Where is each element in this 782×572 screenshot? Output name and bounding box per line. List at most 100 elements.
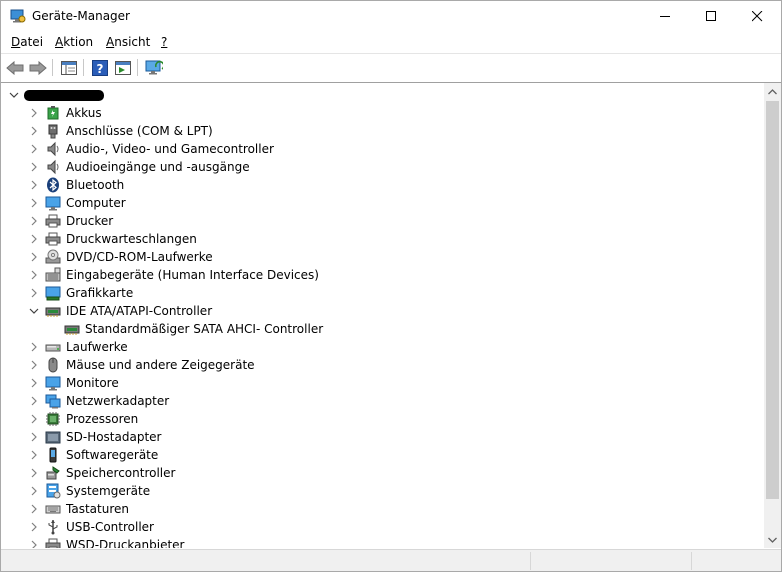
tree-root-row[interactable]	[2, 86, 762, 104]
tree-category-row-audio-video-und-gamecontroller[interactable]: Audio-, Video- und Gamecontroller	[2, 140, 762, 158]
toolbar-separator	[83, 59, 84, 76]
menu-help[interactable]: ?	[161, 35, 167, 49]
tree-device-row[interactable]: Standardmäßiger SATA AHCI- Controller	[2, 320, 762, 338]
tree-category-row-eingabegeräte-human-interface-devices[interactable]: Eingabegeräte (Human Interface Devices)	[2, 266, 762, 284]
expand-chevron-icon[interactable]	[28, 395, 40, 407]
tree-category-row-dvd-cd-rom-laufwerke[interactable]: DVD/CD-ROM-Laufwerke	[2, 248, 762, 266]
tree-category-row-audioeingänge-und-ausgänge[interactable]: Audioeingänge und -ausgänge	[2, 158, 762, 176]
expand-chevron-icon[interactable]	[28, 359, 40, 371]
tree-category-row-laufwerke[interactable]: Laufwerke	[2, 338, 762, 356]
tree-category-row-anschlüsse-com-lpt[interactable]: Anschlüsse (COM & LPT)	[2, 122, 762, 140]
ide-controller-icon	[64, 325, 80, 335]
tree-category-row-drucker[interactable]: Drucker	[2, 212, 762, 230]
expand-chevron-icon[interactable]	[28, 215, 40, 227]
category-label: DVD/CD-ROM-Laufwerke	[66, 250, 213, 264]
action-view-icon	[115, 61, 131, 75]
scroll-down-button[interactable]	[764, 531, 781, 548]
category-label: Speichercontroller	[66, 466, 176, 480]
forward-button[interactable]	[28, 58, 48, 78]
expand-chevron-icon[interactable]	[28, 449, 40, 461]
menu-datei[interactable]: Datei	[11, 35, 43, 49]
collapse-chevron-icon[interactable]	[28, 305, 40, 317]
expand-chevron-icon[interactable]	[28, 161, 40, 173]
minimize-button[interactable]	[642, 1, 688, 32]
expand-chevron-icon[interactable]	[28, 197, 40, 209]
expand-chevron-icon[interactable]	[28, 107, 40, 119]
vertical-scrollbar[interactable]	[764, 83, 781, 548]
expand-chevron-icon[interactable]	[28, 485, 40, 497]
close-button[interactable]	[734, 1, 780, 32]
expand-chevron-icon[interactable]	[28, 251, 40, 263]
bluetooth-icon	[47, 177, 59, 193]
status-pane-main	[1, 552, 531, 570]
tree-category-row-ide-ata-atapi-controller[interactable]: IDE ATA/ATAPI-Controller	[2, 302, 762, 320]
close-icon	[751, 11, 762, 22]
category-label: IDE ATA/ATAPI-Controller	[66, 304, 213, 318]
expand-chevron-icon[interactable]	[28, 431, 40, 443]
collapse-chevron-icon[interactable]	[8, 89, 20, 101]
expand-chevron-icon[interactable]	[28, 179, 40, 191]
category-label: SD-Hostadapter	[66, 430, 162, 444]
properties-view-button[interactable]	[59, 58, 79, 78]
tree-category-row-computer[interactable]: Computer	[2, 194, 762, 212]
device-tree[interactable]: Akkus Anschlüsse (COM & LPT) Audio-, Video…	[2, 83, 764, 548]
toolbar: ?	[1, 54, 781, 81]
software-device-icon	[49, 447, 57, 463]
scan-hardware-button[interactable]	[144, 58, 164, 78]
menu-aktion[interactable]: Aktion	[55, 35, 93, 49]
status-pane-3	[692, 552, 780, 570]
expand-chevron-icon[interactable]	[28, 521, 40, 533]
scroll-up-button[interactable]	[764, 83, 781, 100]
expand-chevron-icon[interactable]	[28, 125, 40, 137]
expand-chevron-icon[interactable]	[28, 467, 40, 479]
category-label: Mäuse und andere Zeigegeräte	[66, 358, 255, 372]
tree-category-row-netzwerkadapter[interactable]: Netzwerkadapter	[2, 392, 762, 410]
tree-category-row-sd-hostadapter[interactable]: SD-Hostadapter	[2, 428, 762, 446]
tree-category-row-prozessoren[interactable]: Prozessoren	[2, 410, 762, 428]
toolbar-separator	[52, 59, 53, 76]
tree-category-row-druckwarteschlangen[interactable]: Druckwarteschlangen	[2, 230, 762, 248]
expand-chevron-icon[interactable]	[28, 539, 40, 548]
expand-chevron-icon[interactable]	[28, 413, 40, 425]
tree-category-row-softwaregeräte[interactable]: Softwaregeräte	[2, 446, 762, 464]
expand-chevron-icon[interactable]	[28, 233, 40, 245]
expand-chevron-icon[interactable]	[28, 269, 40, 281]
processor-icon	[46, 412, 60, 426]
speaker-icon	[47, 141, 59, 157]
show-hidden-button[interactable]	[113, 58, 133, 78]
help-button[interactable]: ?	[90, 58, 110, 78]
expand-chevron-icon[interactable]	[28, 341, 40, 353]
menu-ansicht[interactable]: Ansicht	[106, 35, 150, 49]
tree-category-row-wsd-druckanbieter[interactable]: WSD-Druckanbieter	[2, 536, 762, 548]
category-label: Anschlüsse (COM & LPT)	[66, 124, 213, 138]
device-manager-window: Geräte-Manager Datei Aktion Ansicht ? ? …	[0, 0, 782, 572]
network-adapter-icon	[45, 394, 61, 409]
tree-category-row-grafikkarte[interactable]: Grafikkarte	[2, 284, 762, 302]
tree-category-row-monitore[interactable]: Monitore	[2, 374, 762, 392]
tree-category-row-speichercontroller[interactable]: Speichercontroller	[2, 464, 762, 482]
expand-chevron-icon[interactable]	[28, 503, 40, 515]
scrollbar-thumb[interactable]	[766, 101, 779, 499]
console-tree-icon	[61, 61, 77, 75]
maximize-button[interactable]	[688, 1, 734, 32]
keyboard-icon	[45, 505, 61, 514]
device-label: Standardmäßiger SATA AHCI- Controller	[85, 322, 324, 336]
scan-hardware-icon	[145, 60, 163, 75]
back-button[interactable]	[5, 58, 25, 78]
expand-chevron-icon[interactable]	[28, 377, 40, 389]
tree-category-row-usb-controller[interactable]: USB-Controller	[2, 518, 762, 536]
category-label: Bluetooth	[66, 178, 125, 192]
expand-chevron-icon[interactable]	[28, 287, 40, 299]
category-label: USB-Controller	[66, 520, 154, 534]
tree-category-row-akkus[interactable]: Akkus	[2, 104, 762, 122]
category-label: Audioeingänge und -ausgänge	[66, 160, 250, 174]
monitor-icon	[45, 376, 61, 391]
tree-category-row-mäuse-und-andere-zeigegeräte[interactable]: Mäuse und andere Zeigegeräte	[2, 356, 762, 374]
expand-chevron-icon[interactable]	[28, 143, 40, 155]
category-label: Systemgeräte	[66, 484, 151, 498]
tree-category-row-systemgeräte[interactable]: Systemgeräte	[2, 482, 762, 500]
tree-category-row-tastaturen[interactable]: Tastaturen	[2, 500, 762, 518]
help-icon: ?	[92, 60, 108, 76]
title-bar[interactable]: Geräte-Manager	[1, 1, 781, 32]
tree-category-row-bluetooth[interactable]: Bluetooth	[2, 176, 762, 194]
